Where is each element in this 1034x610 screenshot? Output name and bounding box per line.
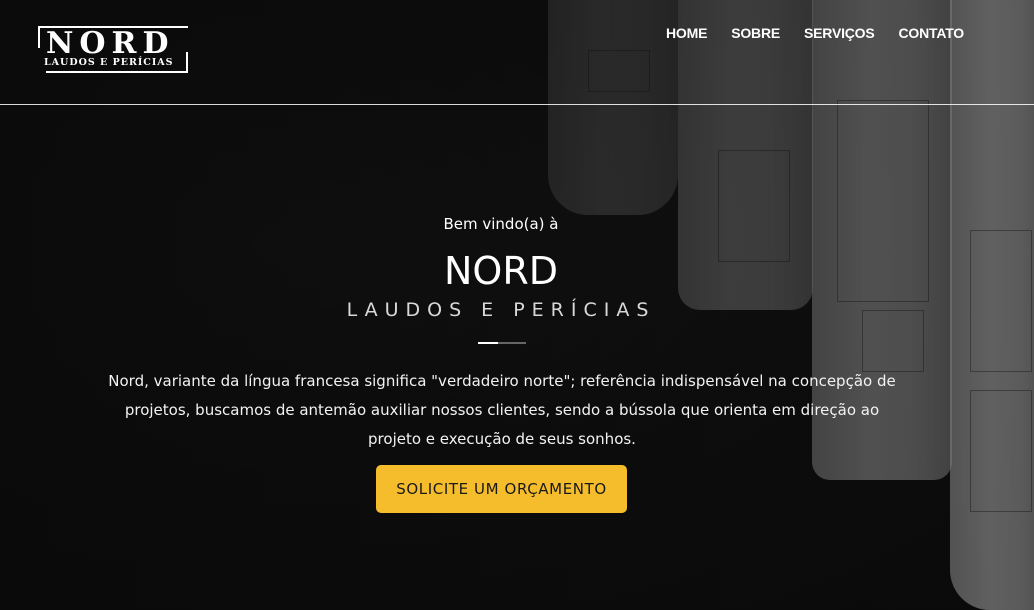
welcome-text: Bem vindo(a) à (443, 215, 559, 233)
divider-dark (498, 342, 526, 344)
hero-description: Nord, variante da língua francesa signif… (108, 372, 896, 448)
logo-frame (186, 52, 188, 72)
hero-title: NORD (444, 249, 558, 293)
logo[interactable]: NORD LAUDOS E PERÍCIAS (38, 26, 188, 73)
nav-sobre[interactable]: SOBRE (731, 25, 780, 41)
divider (478, 342, 526, 344)
nav-servicos[interactable]: SERVIÇOS (804, 25, 875, 41)
nav-contato[interactable]: CONTATO (899, 25, 965, 41)
request-quote-button[interactable]: SOLICITE UM ORÇAMENTO (376, 465, 627, 513)
hero-tagline: LAUDOS E PERÍCIAS (346, 299, 656, 321)
divider-light (478, 342, 498, 344)
main-nav: HOME SOBRE SERVIÇOS CONTATO (666, 25, 964, 41)
logo-subtitle: LAUDOS E PERÍCIAS (44, 57, 174, 68)
logo-frame (46, 71, 188, 73)
logo-frame (38, 26, 40, 48)
nav-home[interactable]: HOME (666, 25, 707, 41)
site-header: NORD LAUDOS E PERÍCIAS HOME SOBRE SERVIÇ… (0, 0, 1034, 105)
